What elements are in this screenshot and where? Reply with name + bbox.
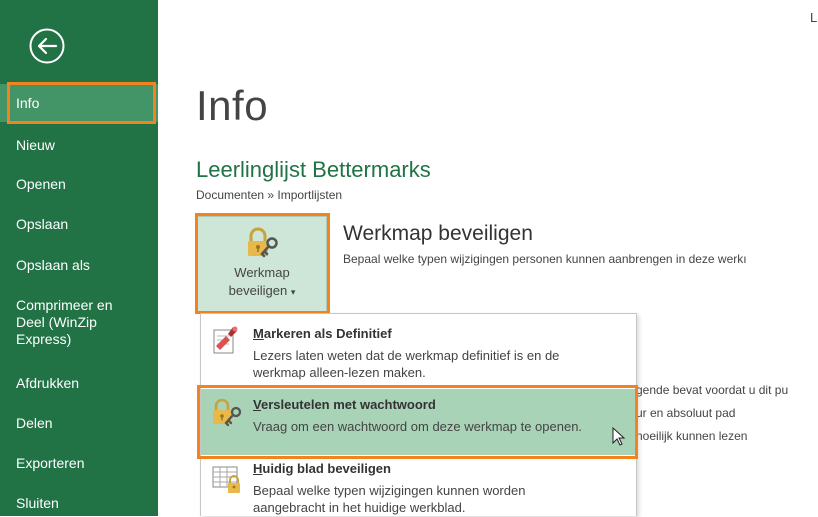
protect-dropdown-menu: Markeren als Definitief Lezers laten wet… — [200, 313, 637, 516]
mark-final-icon — [213, 326, 238, 354]
menu-item-encrypt-title: Versleutelen met wachtwoord — [253, 397, 436, 412]
chevron-down-icon: ▾ — [290, 287, 296, 297]
sidebar-item-winzip[interactable]: Comprimeer en Deel (WinZip Express) — [0, 297, 150, 348]
menu-item-mark-final[interactable]: Markeren als Definitief Lezers laten wet… — [201, 314, 636, 388]
sidebar-item-nieuw[interactable]: Nieuw — [0, 137, 158, 154]
menu-item-encrypt-password[interactable]: Versleutelen met wachtwoord Vraag om een… — [201, 389, 636, 455]
sidebar-item-sluiten[interactable]: Sluiten — [0, 495, 158, 512]
protect-workbook-button[interactable]: Werkmap beveiligen ▾ — [197, 216, 327, 312]
backstage-sidebar: Info Nieuw Openen Opslaan Opslaan als Co… — [0, 0, 158, 516]
menu-item-protect-sheet-desc: Bepaal welke typen wijzigingen kunnen wo… — [253, 483, 526, 515]
sidebar-item-afdrukken[interactable]: Afdrukken — [0, 375, 158, 392]
menu-item-mark-final-title: Markeren als Definitief — [253, 326, 392, 341]
background-text-1: gende bevat voordat u dit pu — [636, 383, 789, 397]
back-arrow-icon[interactable] — [28, 27, 66, 65]
lock-key-icon — [248, 227, 278, 258]
sidebar-item-exporteren[interactable]: Exporteren — [0, 455, 158, 472]
encrypt-title-access-key: V — [253, 397, 261, 412]
sidebar-item-opslaan-als[interactable]: Opslaan als — [0, 257, 158, 274]
sidebar-item-opslaan[interactable]: Opslaan — [0, 216, 158, 233]
menu-item-mark-final-desc: Lezers laten weten dat de werkmap defini… — [253, 348, 560, 380]
mouse-cursor-icon — [612, 427, 626, 446]
protect-sheet-title-access-key: H — [253, 461, 263, 476]
protect-button-label-2: beveiligen — [228, 283, 288, 298]
menu-item-protect-sheet[interactable]: Huidig blad beveiligen Bepaal welke type… — [201, 456, 636, 517]
mark-final-title-access-key: M — [253, 326, 264, 341]
protect-sheet-icon — [212, 466, 240, 493]
background-text-3: noeilijk kunnen lezen — [636, 429, 748, 443]
protect-section-title: Werkmap beveiligen — [343, 222, 533, 245]
protect-section-desc: Bepaal welke typen wijzigingen personen … — [343, 252, 747, 266]
account-initial: L — [810, 10, 818, 25]
sidebar-item-delen[interactable]: Delen — [0, 415, 158, 432]
breadcrumb[interactable]: Documenten » Importlijsten — [196, 188, 342, 202]
encrypt-title-text: ersleutelen met wachtwoord — [260, 397, 436, 412]
menu-item-encrypt-desc: Vraag om een wachtwoord om deze werkmap … — [253, 419, 583, 434]
sidebar-item-info[interactable]: Info — [0, 84, 158, 122]
protect-sheet-title-text: uidig blad beveiligen — [262, 461, 391, 476]
encrypt-password-icon — [213, 398, 242, 427]
menu-item-protect-sheet-title: Huidig blad beveiligen — [253, 461, 391, 476]
protect-button-label-1: Werkmap — [234, 265, 290, 280]
workbook-name: Leerlinglijst Bettermarks — [196, 157, 431, 182]
background-text-2: ur en absoluut pad — [636, 406, 736, 420]
page-title: Info — [196, 82, 269, 129]
sidebar-item-openen[interactable]: Openen — [0, 176, 158, 193]
mark-final-title-text: arkeren als Definitief — [263, 326, 392, 341]
